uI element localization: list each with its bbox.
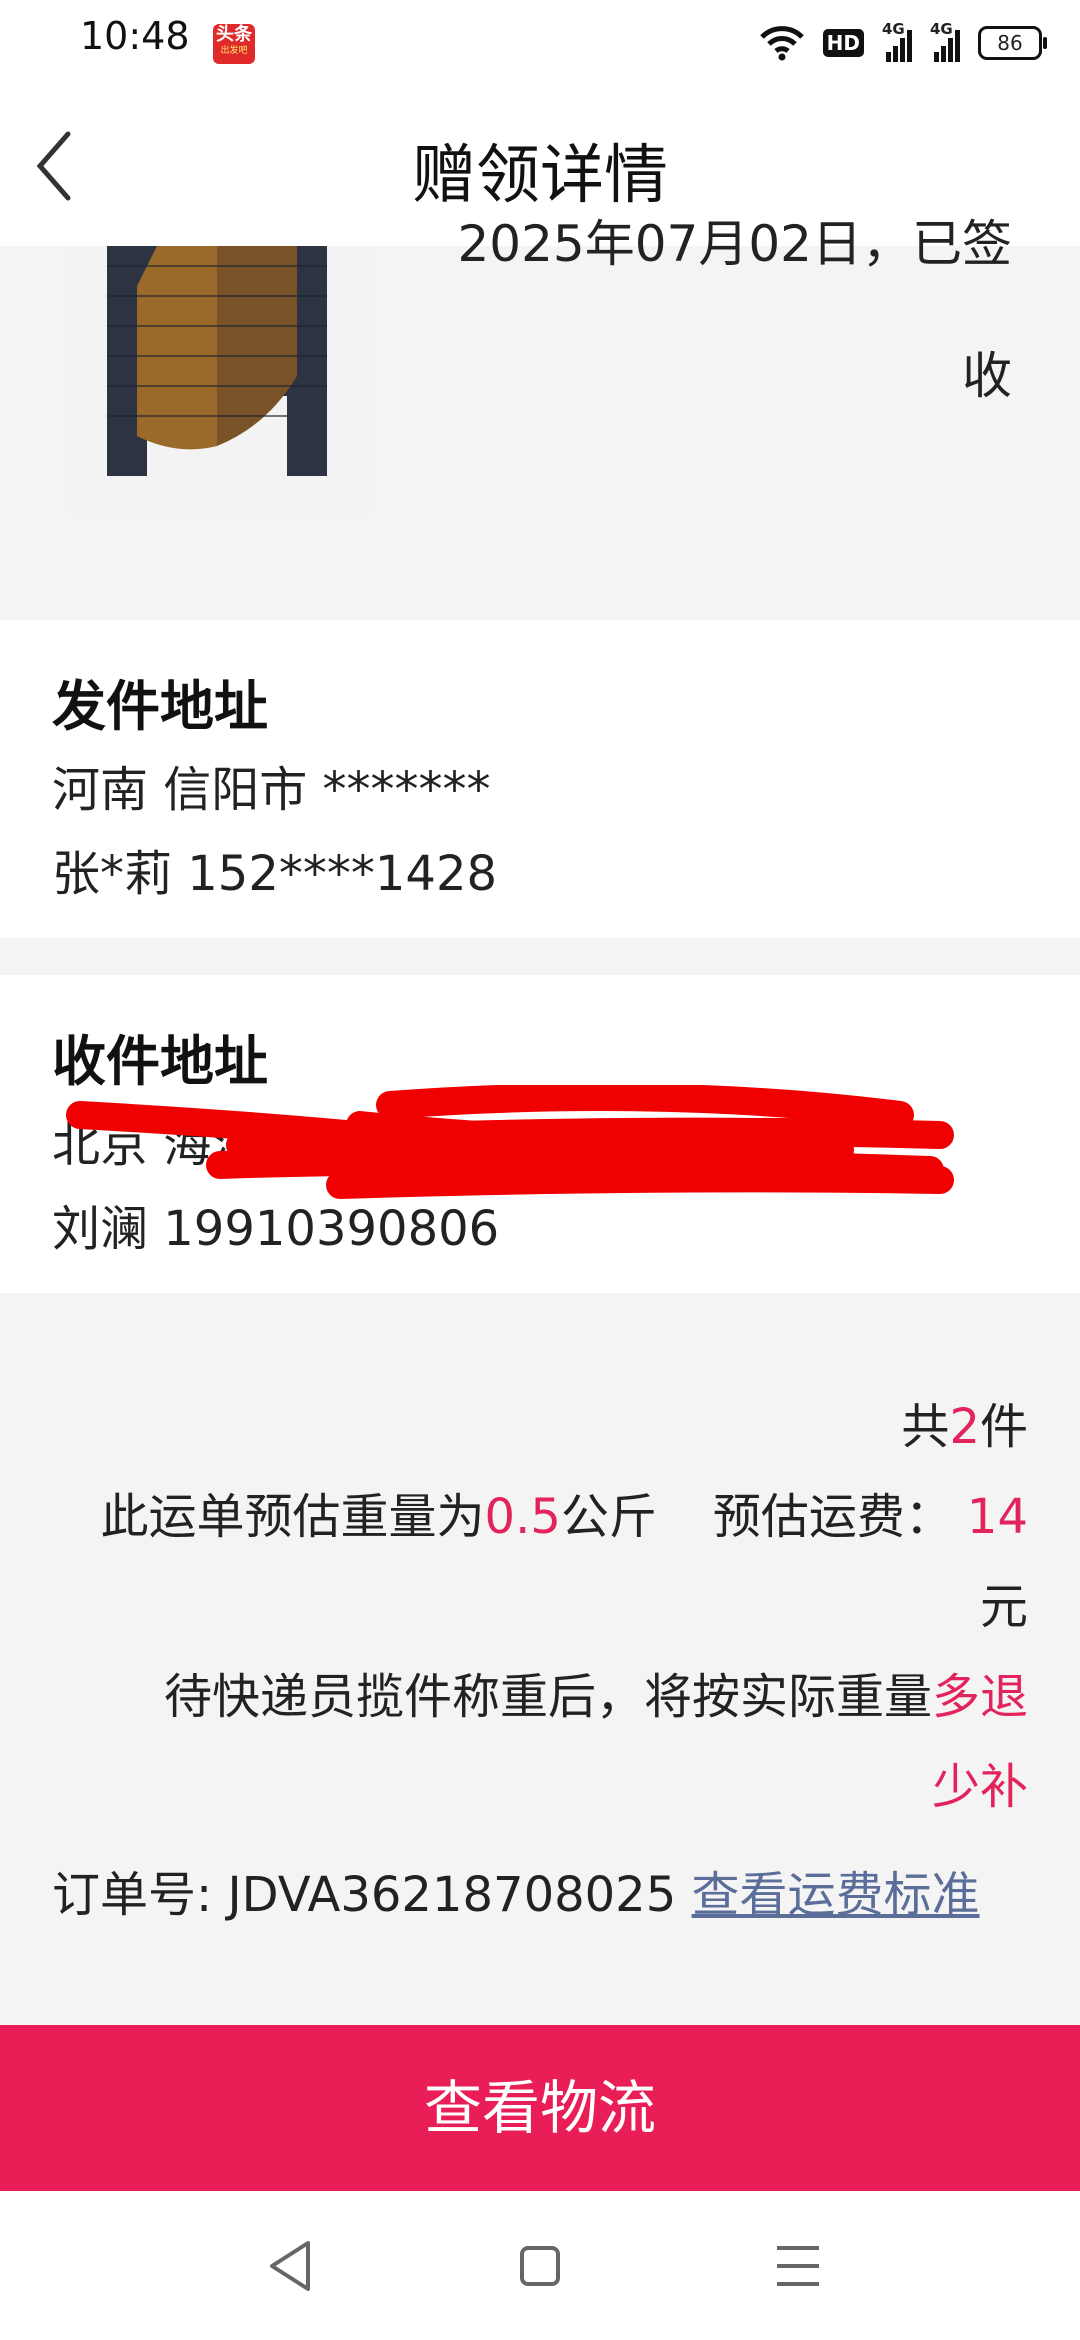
network-type-2: 4G — [930, 20, 953, 38]
product-card: 2025年07月02日，已签 收 — [0, 215, 1080, 616]
battery-icon: 86 — [978, 26, 1047, 60]
order-status: 2025年07月02日，已签 收 — [458, 215, 1013, 446]
order-number-line: 订单号: JDVA36218708025 查看运费标准 — [52, 1855, 980, 1925]
weight-note: 待快递员揽件称重后，将按实际重量多退 — [163, 1669, 1028, 1725]
toutiao-app-icon: 头条 出发吧 — [213, 24, 255, 64]
status-bar: 10:48 头条 出发吧 HD 4G 4G 86 — [0, 0, 1080, 84]
status-line-2: 收 — [962, 347, 1012, 405]
signal-icon-1: 4G — [882, 20, 912, 62]
status-icons: HD 4G 4G 86 — [759, 20, 1047, 66]
order-number: JDVA36218708025 — [227, 1867, 677, 1923]
fee-standard-link[interactable]: 查看运费标准 — [692, 1867, 980, 1923]
sender-address-card: 发件地址 河南 信阳市 ******* 张*莉 152****1428 — [0, 620, 1080, 938]
shipment-info: 共2件 此运单预估重量为0.5公斤 预估运费： 14 元 待快递员揽件称重后，将按实… — [0, 1293, 1080, 2025]
home-square-icon[interactable] — [505, 2231, 575, 2301]
wifi-icon — [759, 26, 804, 61]
network-type-1: 4G — [882, 20, 905, 38]
app-badge-text: 头条 — [216, 24, 252, 45]
receiver-address-card: 收件地址 北京 海淀区 刘澜 19910390806 — [0, 975, 1080, 1293]
redaction-scribble — [66, 1085, 954, 1199]
weight-fee-line: 此运单预估重量为0.5公斤 预估运费： 14 — [100, 1489, 1028, 1545]
fee-unit: 元 — [979, 1579, 1028, 1635]
hd-voice-icon: HD — [822, 29, 864, 57]
system-nav-bar — [0, 2191, 1080, 2340]
menu-lines-icon[interactable] — [763, 2231, 833, 2301]
status-time: 10:48 — [80, 14, 190, 58]
item-count: 共2件 — [901, 1399, 1028, 1455]
back-triangle-icon[interactable] — [258, 2231, 328, 2301]
sender-title: 发件地址 — [52, 675, 268, 738]
weight-note-tail: 少补 — [931, 1759, 1028, 1815]
order-label: 订单号: — [52, 1867, 213, 1923]
sender-contact: 张*莉 152****1428 — [52, 846, 498, 902]
product-image[interactable] — [67, 246, 370, 514]
signal-icon-2: 4G — [930, 20, 960, 62]
view-logistics-button[interactable]: 查看物流 — [0, 2025, 1080, 2191]
sender-address: 河南 信阳市 ******* — [52, 762, 491, 818]
app-badge-subtext: 出发吧 — [220, 46, 248, 56]
